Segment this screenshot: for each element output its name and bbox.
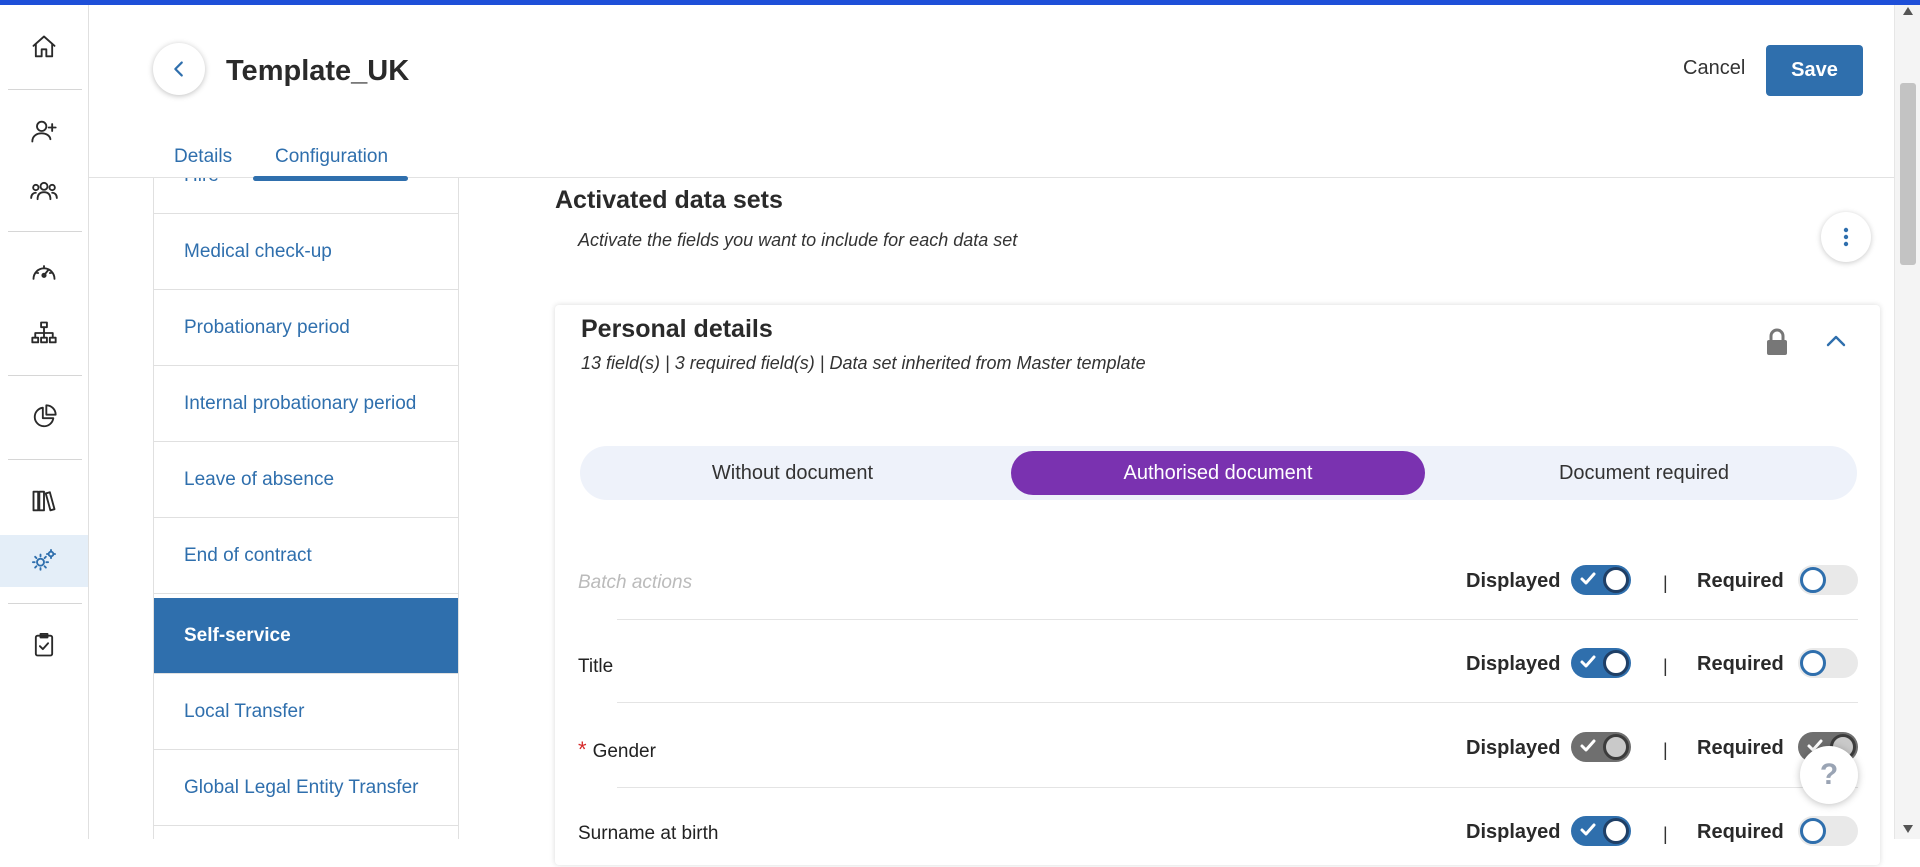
required-toggle[interactable] [1798, 648, 1858, 678]
add-user-icon[interactable] [0, 105, 88, 157]
vertical-scrollbar[interactable] [1894, 5, 1920, 839]
separator: | [1663, 824, 1668, 844]
row-label: Surname at birth [578, 823, 719, 844]
row-divider [617, 619, 1858, 620]
segment-without-document[interactable]: Without document [580, 451, 1005, 495]
segment-document-required[interactable]: Document required [1431, 451, 1857, 495]
list-item-end-of-contract[interactable]: End of contract [154, 518, 458, 594]
rail-divider [8, 375, 82, 376]
more-vertical-icon [1843, 227, 1849, 247]
scroll-down-arrow-icon[interactable] [1903, 825, 1913, 833]
tab-details[interactable]: Details [174, 146, 232, 168]
field-row-surname-at-birth: Surname at birth Displayed | Required [555, 807, 1880, 867]
row-label: Title [578, 656, 614, 677]
clipboard-check-icon[interactable] [0, 619, 88, 671]
help-button[interactable]: ? [1800, 746, 1858, 804]
check-icon [1579, 821, 1597, 839]
displayed-label: Displayed [1466, 570, 1561, 592]
displayed-toggle[interactable] [1571, 648, 1631, 678]
displayed-toggle[interactable] [1571, 816, 1631, 846]
collapse-chevron-up-icon[interactable] [1823, 331, 1849, 351]
pie-chart-icon[interactable] [0, 391, 88, 443]
dashboard-icon[interactable] [0, 247, 88, 299]
back-button[interactable] [153, 43, 205, 95]
page-title: Template_UK [226, 55, 410, 87]
team-icon[interactable] [0, 165, 88, 217]
list-item-probationary-period[interactable]: Probationary period [154, 290, 458, 366]
page-header: Template_UK Cancel Save Details Configur… [89, 5, 1894, 181]
list-item-hire[interactable]: Hire [154, 178, 458, 214]
icon-rail [0, 5, 89, 839]
row-label-text: Gender [592, 741, 656, 762]
process-list: Hire Medical check-up Probationary perio… [153, 178, 459, 839]
card-meta: 13 field(s) | 3 required field(s) | Data… [581, 353, 1146, 373]
list-item-self-service[interactable]: Self-service [154, 598, 458, 674]
row-label: Batch actions [578, 572, 693, 593]
home-icon[interactable] [0, 21, 88, 73]
separator: | [1663, 573, 1668, 593]
batch-actions-row: Batch actions Displayed | Required [555, 555, 1880, 615]
scrollbar-thumb[interactable] [1900, 83, 1916, 265]
personal-details-card: Personal details 13 field(s) | 3 require… [555, 305, 1880, 865]
displayed-toggle[interactable] [1571, 565, 1631, 595]
required-label: Required [1697, 821, 1784, 843]
list-item-leave-of-absence[interactable]: Leave of absence [154, 442, 458, 518]
check-icon [1579, 570, 1597, 588]
field-row-title: Title Displayed | Required [555, 639, 1880, 699]
document-mode-selector: Without document Authorised document Doc… [580, 446, 1857, 500]
displayed-label: Displayed [1466, 737, 1561, 759]
list-item-medical-check-up[interactable]: Medical check-up [154, 214, 458, 290]
more-options-button[interactable] [1821, 212, 1871, 262]
displayed-toggle-locked [1571, 732, 1631, 762]
library-icon[interactable] [0, 475, 88, 527]
required-marker: * [578, 737, 587, 762]
cancel-button[interactable]: Cancel [1683, 57, 1745, 80]
required-toggle[interactable] [1798, 565, 1858, 595]
required-label: Required [1697, 653, 1784, 675]
save-button[interactable]: Save [1766, 45, 1863, 96]
field-row-gender: * Gender Displayed | Required [555, 723, 1880, 783]
displayed-label: Displayed [1466, 653, 1561, 675]
settings-icon[interactable] [0, 535, 88, 587]
scroll-up-arrow-icon[interactable] [1903, 7, 1913, 15]
row-label: * Gender [578, 737, 656, 763]
segment-authorised-document[interactable]: Authorised document [1011, 451, 1425, 495]
section-title: Activated data sets [555, 186, 783, 214]
tab-configuration[interactable]: Configuration [275, 146, 388, 168]
displayed-label: Displayed [1466, 821, 1561, 843]
list-item-internal-probationary-period[interactable]: Internal probationary period [154, 366, 458, 442]
separator: | [1663, 656, 1668, 676]
section-subtitle: Activate the fields you want to include … [578, 230, 1018, 250]
lock-icon [1764, 327, 1790, 357]
rail-divider [8, 603, 82, 604]
row-divider [617, 702, 1858, 703]
rail-divider [8, 89, 82, 90]
rail-divider [8, 231, 82, 232]
required-label: Required [1697, 737, 1784, 759]
list-item-global-legal-entity-transfer[interactable]: Global Legal Entity Transfer [154, 750, 458, 826]
check-icon [1579, 653, 1597, 671]
check-icon [1579, 737, 1597, 755]
rail-divider [8, 459, 82, 460]
required-toggle[interactable] [1798, 816, 1858, 846]
row-divider [617, 787, 1858, 788]
org-chart-icon[interactable] [0, 307, 88, 359]
card-title: Personal details [581, 315, 773, 343]
list-item-local-transfer[interactable]: Local Transfer [154, 674, 458, 750]
chevron-left-icon [174, 61, 183, 77]
required-label: Required [1697, 570, 1784, 592]
separator: | [1663, 740, 1668, 760]
